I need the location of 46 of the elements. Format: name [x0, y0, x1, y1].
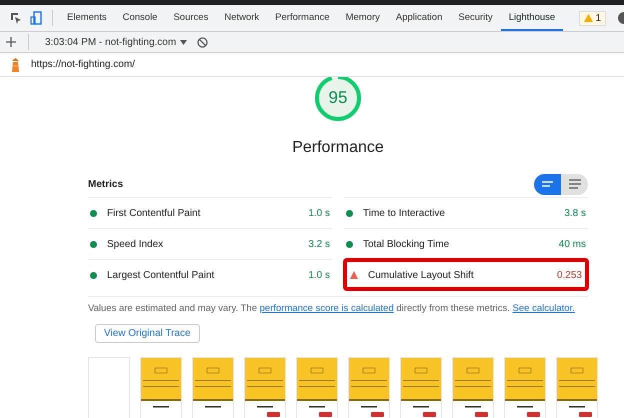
pass-icon	[90, 240, 97, 248]
tab[interactable]: Performance	[267, 5, 338, 31]
metric-value: 40 ms	[558, 238, 586, 250]
caret-icon	[180, 40, 188, 44]
section-title: Metrics	[88, 178, 124, 190]
metric-name: Total Blocking Time	[363, 238, 450, 250]
category-title: Performance	[291, 139, 385, 157]
score-gauge: 95	[313, 77, 363, 123]
device-icon[interactable]	[30, 11, 42, 25]
metric-value: 1.0 s	[308, 208, 330, 218]
metric-name: Cumulative Layout Shift	[368, 270, 475, 280]
warning-badge[interactable]: 1	[579, 10, 606, 26]
tab[interactable]: Console	[114, 5, 166, 31]
view-trace-button[interactable]: View Original Trace	[95, 324, 200, 343]
tab[interactable]: Security	[450, 5, 501, 31]
plus-icon[interactable]	[6, 37, 16, 47]
metric-value: 1.0 s	[308, 270, 330, 280]
tab[interactable]: Application	[388, 5, 450, 31]
link[interactable]: performance score is calculated	[260, 303, 394, 314]
list-view-icon	[568, 179, 580, 189]
inspect-icon[interactable]	[10, 12, 22, 24]
tab[interactable]: Sources	[165, 5, 216, 31]
compact-view-icon	[542, 181, 553, 187]
view-toggle[interactable]	[534, 174, 561, 194]
metric-value: 3.8 s	[564, 208, 586, 218]
metric-value: 0.253	[556, 270, 582, 280]
metric-name: First Contentful Paint	[107, 208, 202, 218]
metric-name: Speed Index	[107, 238, 164, 250]
pass-icon	[90, 272, 97, 278]
warning-icon	[350, 271, 358, 279]
note-text: Values are estimated and may vary. The performance score is calculated directly from these metrics. See calculator.	[88, 296, 588, 314]
clear-icon[interactable]	[197, 36, 208, 48]
pass-icon	[346, 210, 353, 216]
report-dropdown[interactable]: 3:03:04 PM - not-fighting.com	[41, 36, 192, 48]
pass-icon	[346, 240, 353, 248]
pass-icon	[90, 210, 97, 216]
tab[interactable]: Elements	[59, 5, 115, 31]
page-url: https://not-fighting.com/	[31, 59, 135, 70]
tab[interactable]: Memory	[338, 5, 388, 31]
metric-name: Largest Contentful Paint	[107, 270, 216, 280]
tab[interactable]: Network	[216, 5, 268, 31]
view-toggle[interactable]	[561, 174, 588, 194]
metric-value: 3.2 s	[308, 238, 330, 250]
metric-name: Time to Interactive	[363, 208, 446, 218]
link[interactable]: See calculator.	[512, 303, 575, 314]
lighthouse-icon	[10, 58, 21, 72]
